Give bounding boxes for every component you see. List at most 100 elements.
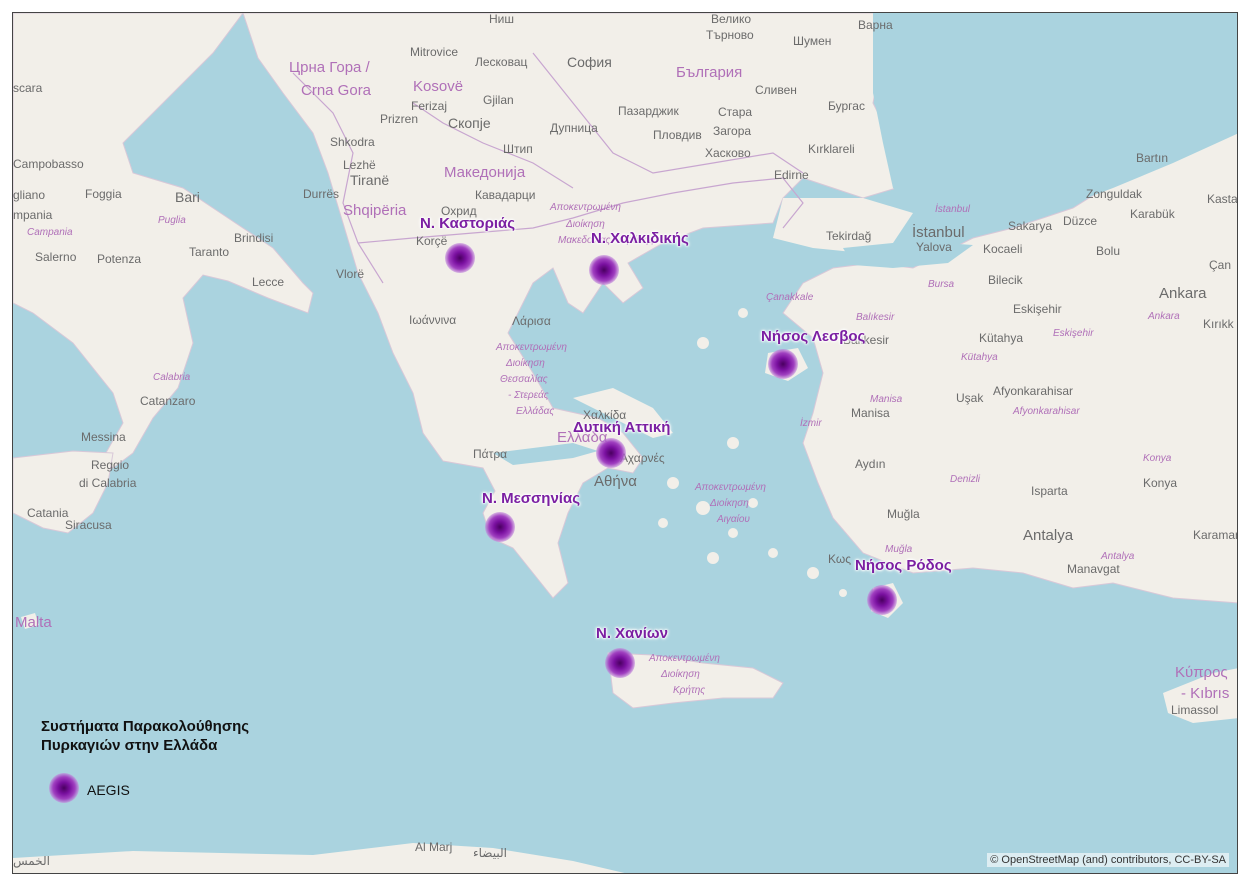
city-label: Campobasso [13,157,84,171]
region-label: Bursa [928,279,955,290]
country-label: Malta [15,614,52,631]
region-label: Αποκεντρωμένη [550,202,621,213]
city-label: Reggio [91,458,130,472]
city-label: Manavgat [1067,562,1120,576]
city-label: Tekirdağ [826,229,872,243]
site-marker-lesvos[interactable] [768,349,798,379]
map-attribution[interactable]: © OpenStreetMap (and) contributors, CC-B… [987,853,1229,867]
city-label: Shkodra [330,135,375,149]
city-label: Siracusa [65,518,112,532]
site-marker-rodos[interactable] [867,585,897,615]
city-label: البيضاء [473,846,507,860]
city-label: Manisa [851,406,890,420]
site-label-rodos[interactable]: Νήσος Ρόδος [855,558,952,573]
region-label: Kütahya [961,352,998,363]
city-label: Limassol [1171,703,1219,717]
city-label: Potenza [97,252,142,266]
region-label: Denizli [950,474,981,485]
city-label: Хасково [705,146,751,160]
city-label: Αθήνα [594,473,637,490]
city-label: Търново [706,28,754,42]
city-label: Πάτρα [473,447,508,461]
legend-title-line-2: Πυρκαγιών στην Ελλάδα [41,737,218,755]
city-label: Karaman [1193,528,1238,542]
region-label: - Στερεάς [508,390,549,401]
country-label: Македонија [444,164,526,181]
site-marker-kastorias[interactable] [445,243,475,273]
region-label: Αποκεντρωμένη [649,653,720,664]
city-label: Ниш [489,12,514,26]
city-label: Κως [828,552,852,566]
city-label: Al Marj [415,840,453,854]
city-label: Kocaeli [983,242,1023,256]
region-label: Ankara [1148,311,1180,322]
city-label: Велико [711,12,752,26]
site-marker-chanion[interactable] [605,648,635,678]
country-label: Kosovë [413,78,464,95]
city-label: Salerno [35,250,77,264]
country-label: България [676,64,743,81]
site-marker-messinias[interactable] [485,512,515,542]
country-label: Shqipëria [343,202,407,219]
city-label: Стара [718,105,753,119]
city-label: Brindisi [234,231,274,245]
site-marker-chalkidikis[interactable] [589,255,619,285]
city-label: Gjilan [483,93,514,107]
region-label: Αποκεντρωμένη [496,342,567,353]
city-label: Кавадарци [475,188,536,202]
site-label-kastorias[interactable]: Ν. Καστοριάς [420,216,515,231]
region-label: İstanbul [935,204,971,215]
city-label: Lecce [252,275,285,289]
city-label: Kasta [1207,192,1238,206]
city-label: Mitrovice [410,45,459,59]
city-label: Foggia [85,187,122,201]
city-label: Bartın [1136,151,1169,165]
country-label: Κύπρος [1175,664,1228,681]
purple-dot-icon [49,773,79,803]
city-label: Ιωάννινα [409,313,457,327]
city-label: Сливен [755,83,797,97]
city-label: Ankara [1159,285,1207,302]
region-label: Θεσσαλίας [500,374,548,385]
site-label-dytiki-attiki[interactable]: Δυτική Αττική [573,420,670,435]
site-label-messinias[interactable]: Ν. Μεσσηνίας [482,491,580,506]
region-label: İzmir [800,418,822,429]
region-label: Afyonkarahisar [1013,406,1080,417]
site-label-lesvos[interactable]: Νήσος Λεσβος [761,329,865,344]
city-label: Kırıkk [1203,317,1234,331]
city-label: mpania [13,208,53,222]
region-label: Calabria [153,372,191,383]
city-label: Messina [81,430,126,444]
city-label: Лесковац [475,55,528,69]
city-label: Catania [27,506,69,520]
city-label: Λάρισα [512,314,551,328]
city-label: Karabük [1130,207,1175,221]
city-label: Пазарджик [618,104,679,118]
region-label: Muğla [885,544,913,555]
site-label-chanion[interactable]: Ν. Χανίων [596,626,668,641]
region-label: Campania [27,227,73,238]
site-label-chalkidikis[interactable]: Ν. Χαλκιδικής [591,231,689,246]
region-label: Çanakkale [766,292,814,303]
legend-item: AEGIS [49,773,249,803]
region-label: Διοίκηση [566,219,605,230]
city-label: Antalya [1023,527,1074,544]
map-frame[interactable]: Ниш Велико Търново Варна Шумен Mitrovice… [12,12,1238,874]
region-label: Κρήτης [673,685,706,696]
city-label: di Calabria [79,476,137,490]
region-label: Balıkesir [856,312,895,323]
city-label: Muğla [887,507,920,521]
city-label: Kırklareli [808,142,855,156]
city-label: София [567,54,612,70]
city-label: Штип [503,142,533,156]
region-label: Manisa [870,394,903,405]
city-label: Ferizaj [411,99,448,113]
city-label: Uşak [956,391,984,405]
country-label: Crna Gora [301,82,372,99]
legend: Συστήματα Παρακολούθησης Πυρκαγιών στην … [41,717,301,803]
region-label: Διοίκηση [506,358,545,369]
site-marker-dytiki-attiki[interactable] [596,438,626,468]
city-label: Afyonkarahisar [993,384,1074,398]
region-label: Διοίκηση [710,498,749,509]
city-label: Korçë [416,234,448,248]
